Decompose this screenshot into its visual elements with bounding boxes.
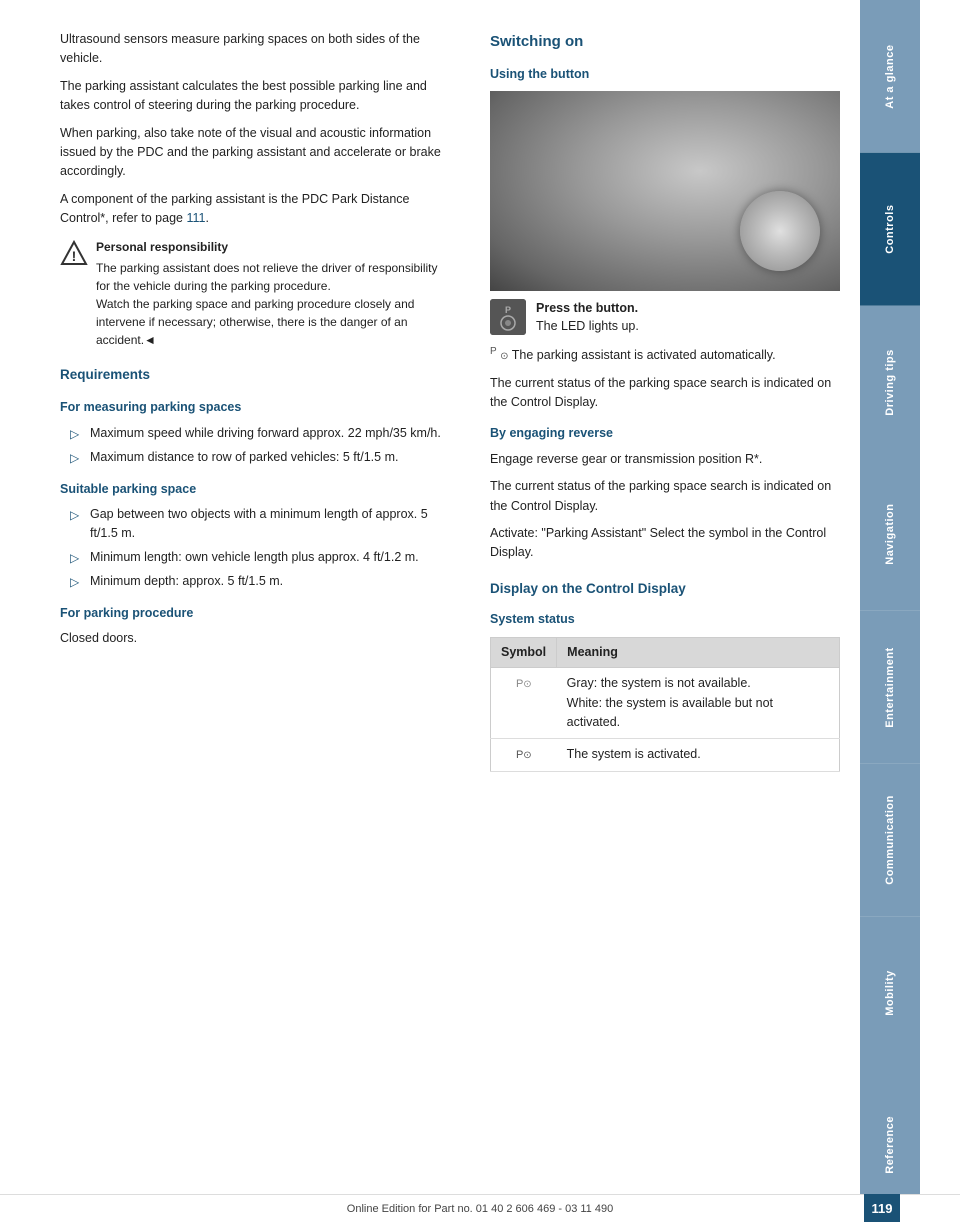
bullet-arrow-icon: ▷ bbox=[70, 425, 84, 444]
sidebar: At a glance Controls Driving tips Naviga… bbox=[860, 0, 920, 1222]
sidebar-item-controls[interactable]: Controls bbox=[860, 153, 920, 306]
using-button-title: Using the button bbox=[490, 65, 840, 84]
display-title: Display on the Control Display bbox=[490, 579, 840, 600]
warning-box: ! Personal responsibility The parking as… bbox=[60, 238, 450, 349]
bullet-arrow-icon: ▷ bbox=[70, 449, 84, 468]
for-parking-title: For parking procedure bbox=[60, 604, 450, 623]
sidebar-item-at-a-glance[interactable]: At a glance bbox=[860, 0, 920, 153]
sidebar-item-driving-tips[interactable]: Driving tips bbox=[860, 306, 920, 459]
meaning-cell-2: The system is activated. bbox=[557, 739, 840, 771]
bullet-arrow-icon: ▷ bbox=[70, 573, 84, 592]
page-number: 119 bbox=[864, 1194, 900, 1222]
table-row: P⊙ Gray: the system is not available. Wh… bbox=[491, 668, 840, 739]
button-description: Press the button. The LED lights up. bbox=[536, 299, 639, 337]
button-icon: P bbox=[490, 299, 526, 335]
button-desc-2: The LED lights up. bbox=[536, 319, 639, 333]
requirements-title: Requirements bbox=[60, 365, 450, 386]
right-column: Switching on Using the button bbox=[470, 0, 860, 1222]
suitable-parking-title: Suitable parking space bbox=[60, 480, 450, 499]
bullet-arrow-icon: ▷ bbox=[70, 506, 84, 543]
car-interior-image bbox=[490, 91, 840, 291]
suitable-bullet-3: ▷ Minimum depth: approx. 5 ft/1.5 m. bbox=[60, 572, 450, 592]
suitable-bullet-2: ▷ Minimum length: own vehicle length plu… bbox=[60, 548, 450, 568]
for-parking-text: Closed doors. bbox=[60, 629, 450, 648]
system-status-table: Symbol Meaning P⊙ Gray: the system is no… bbox=[490, 637, 840, 772]
activate-text: Activate: "Parking Assistant" Select the… bbox=[490, 524, 840, 563]
measuring-bullet-2: ▷ Maximum distance to row of parked vehi… bbox=[60, 448, 450, 468]
page-footer: Online Edition for Part no. 01 40 2 606 … bbox=[0, 1194, 960, 1222]
bullet-arrow-icon: ▷ bbox=[70, 549, 84, 568]
intro-para-3: When parking, also take note of the visu… bbox=[60, 124, 450, 182]
meaning-cell-1: Gray: the system is not available. White… bbox=[557, 668, 840, 739]
symbol-cell-2: P⊙ bbox=[491, 739, 557, 771]
for-measuring-title: For measuring parking spaces bbox=[60, 398, 450, 417]
table-row: P⊙ The system is activated. bbox=[491, 739, 840, 771]
footer-text: Online Edition for Part no. 01 40 2 606 … bbox=[347, 1203, 613, 1215]
measuring-bullet-1: ▷ Maximum speed while driving forward ap… bbox=[60, 424, 450, 444]
intro-para-4: A component of the parking assistant is … bbox=[60, 190, 450, 229]
left-column: Ultrasound sensors measure parking space… bbox=[0, 0, 470, 1222]
suitable-bullet-1: ▷ Gap between two objects with a minimum… bbox=[60, 505, 450, 543]
engage-text: Engage reverse gear or transmission posi… bbox=[490, 450, 840, 469]
intro-para-1: Ultrasound sensors measure parking space… bbox=[60, 30, 450, 69]
page-link[interactable]: 111 bbox=[186, 211, 205, 225]
auto-text: P ⊙ The parking assistant is activated a… bbox=[490, 344, 840, 366]
warning-body-2: Watch the parking space and parking proc… bbox=[96, 297, 414, 347]
intro-para-2: The parking assistant calculates the bes… bbox=[60, 77, 450, 116]
warning-text: Personal responsibility The parking assi… bbox=[96, 238, 450, 349]
svg-text:P: P bbox=[505, 305, 511, 315]
by-engaging-title: By engaging reverse bbox=[490, 424, 840, 443]
table-col-meaning: Meaning bbox=[557, 637, 840, 667]
current-status-text: The current status of the parking space … bbox=[490, 477, 840, 516]
symbol-cell-1: P⊙ bbox=[491, 668, 557, 739]
sidebar-item-mobility[interactable]: Mobility bbox=[860, 917, 920, 1070]
button-indicator: P Press the button. The LED lights up. bbox=[490, 299, 840, 337]
system-status-title: System status bbox=[490, 610, 840, 629]
sidebar-item-communication[interactable]: Communication bbox=[860, 764, 920, 917]
svg-text:!: ! bbox=[72, 248, 77, 264]
status-text-1: The current status of the parking space … bbox=[490, 374, 840, 413]
sidebar-item-navigation[interactable]: Navigation bbox=[860, 458, 920, 611]
warning-body-1: The parking assistant does not relieve t… bbox=[96, 261, 438, 293]
switching-on-title: Switching on bbox=[490, 30, 840, 53]
warning-title: Personal responsibility bbox=[96, 238, 450, 256]
button-desc-1: Press the button. bbox=[536, 301, 638, 315]
table-col-symbol: Symbol bbox=[491, 637, 557, 667]
warning-icon: ! bbox=[60, 240, 88, 268]
sidebar-item-entertainment[interactable]: Entertainment bbox=[860, 611, 920, 764]
